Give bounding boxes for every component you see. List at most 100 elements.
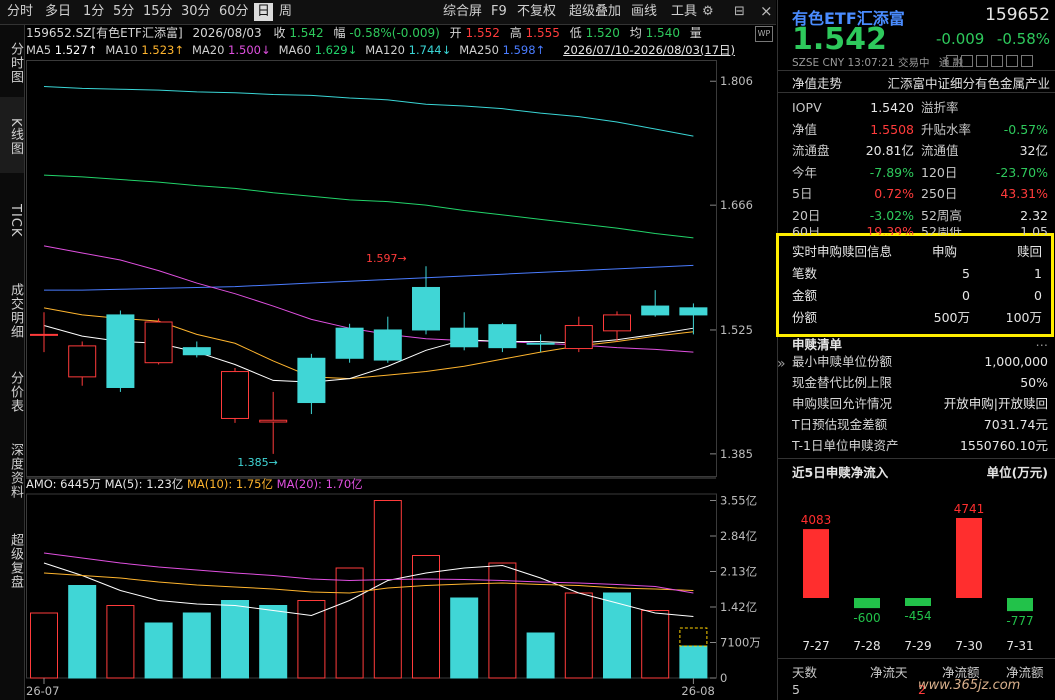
vol-bar-13 xyxy=(526,632,555,679)
price-pane-frame xyxy=(26,60,717,477)
candle-10[interactable] xyxy=(412,266,440,335)
last-price: 1.542 xyxy=(792,22,887,57)
period-tab-6[interactable]: 60分 xyxy=(216,3,252,21)
ma-value-5: 1.598↑ xyxy=(502,43,546,57)
stat-value2-5: 2.32 xyxy=(1020,207,1048,223)
toolbar-btn-5[interactable]: 工具 xyxy=(668,3,700,21)
stat-row-partial: 60日 19.39% 52周低 1.05 xyxy=(792,227,1048,235)
stat-label2-3: 120日 xyxy=(921,164,958,180)
flow-value-0: 4083 xyxy=(801,513,832,527)
flow-unit: 单位(万元) xyxy=(986,465,1048,480)
period-tab-5[interactable]: 30分 xyxy=(178,3,214,21)
mini-icon-strip[interactable] xyxy=(946,55,1046,67)
sub-label-0: 笔数 xyxy=(792,266,818,281)
period-tab-0[interactable]: 分时 xyxy=(4,3,36,21)
gear-icon[interactable]: ⚙ xyxy=(702,4,714,19)
candle-9[interactable] xyxy=(373,316,402,363)
candle-14[interactable] xyxy=(564,316,593,353)
period-tab-7[interactable]: 日 xyxy=(254,3,274,21)
watermark: www.365jz.com xyxy=(918,678,1021,693)
flow-bar-3 xyxy=(956,518,982,598)
vol-tick-label-1: 2.84亿 xyxy=(720,529,757,543)
net-days-label: 净流天 xyxy=(870,665,908,680)
candle-4[interactable] xyxy=(182,341,211,358)
tab-nav-trend[interactable]: 净值走势 xyxy=(792,73,842,92)
vol-tick-label-5: 0 xyxy=(720,671,727,685)
left-tab-0[interactable]: 分时图 xyxy=(0,29,24,93)
stat-row-5: 20日 -3.02% 52周高 2.32 xyxy=(792,206,1048,226)
currency-label: CNY xyxy=(822,57,845,69)
list-value-0: 1,000,000 xyxy=(984,354,1048,369)
candle-1[interactable] xyxy=(68,341,97,386)
candle-16[interactable] xyxy=(641,290,670,317)
market-label: SZSE xyxy=(792,57,820,69)
candle-8[interactable] xyxy=(335,323,364,363)
period-tab-8[interactable]: 周 xyxy=(276,3,295,21)
vol-bar-17 xyxy=(679,645,708,679)
days-value: 5 xyxy=(792,682,800,697)
toolbar-btn-3[interactable]: 超级叠加 xyxy=(566,3,624,21)
ma-value-3: 1.629↓ xyxy=(314,43,358,57)
left-tab-6[interactable]: 超级复盘 xyxy=(0,515,24,603)
candle-7[interactable] xyxy=(297,353,326,415)
stat-value-4: 0.72% xyxy=(874,186,914,201)
candle-12[interactable] xyxy=(488,322,517,353)
wp-icon[interactable]: WP xyxy=(755,26,773,42)
list-row-4: T-1日单位申赎资产 1550760.10元 xyxy=(792,436,1048,456)
ma-value-2: 1.500↓ xyxy=(228,43,271,57)
vol-ma-MA(5) xyxy=(43,562,694,617)
sub-value-a-0: 5 xyxy=(962,266,970,281)
sub-row-0: 笔数 5 1 xyxy=(792,264,1042,284)
close-icon[interactable]: × xyxy=(760,2,773,20)
period-tab-2[interactable]: 1分 xyxy=(80,3,107,21)
candle-0[interactable] xyxy=(30,312,58,353)
stat-row-0: IOPV 1.5420 溢折率 xyxy=(792,98,1048,118)
candle-11[interactable] xyxy=(450,312,479,351)
days-label: 天数 xyxy=(792,665,818,680)
period-tab-4[interactable]: 15分 xyxy=(140,3,176,21)
avg-label: 均 xyxy=(629,26,642,40)
candle-3[interactable] xyxy=(144,318,173,365)
candle-2[interactable] xyxy=(106,310,135,392)
left-tab-3[interactable]: 成交明细 xyxy=(0,265,24,353)
ma-name-2: MA20 xyxy=(191,43,229,57)
left-tabs: 分时图 K线图 TICK 成交明细 分价表 深度资料 超级复盘 xyxy=(0,25,25,700)
stat-row-4: 5日 0.72% 250日 43.31% xyxy=(792,184,1048,204)
x-tick-label-1: 26-08 xyxy=(681,684,714,698)
left-tab-1[interactable]: K线图 xyxy=(0,97,24,173)
toolbar-btn-2[interactable]: 不复权 xyxy=(514,3,559,21)
ma-value-0: 1.527↑ xyxy=(54,43,98,57)
kline-chart[interactable]: 1.806 1.666 1.525 1.385 1.597→ 1.385→ AMO: 644… xyxy=(26,60,776,700)
minimize-icon[interactable]: ⊟ xyxy=(734,4,745,19)
quote-date: 2026/08/03 xyxy=(192,26,262,40)
flow-cat-0: 7-27 xyxy=(802,639,829,653)
left-tab-4[interactable]: 分价表 xyxy=(0,355,24,425)
list-more[interactable]: … xyxy=(1036,334,1049,349)
ma-name-4: MA120 xyxy=(365,43,409,57)
period-tab-3[interactable]: 5分 xyxy=(110,3,137,21)
quote-info-line: 159652.SZ[有色ETF汇添富] 2026/08/03 收 1.542 幅… xyxy=(26,24,702,41)
ma-value-4: 1.744↓ xyxy=(408,43,452,57)
candle-6[interactable] xyxy=(259,391,288,454)
stat-row-2: 流通盘 20.81亿 流通值 32亿 xyxy=(792,141,1048,161)
stat-value-0: 1.5420 xyxy=(870,100,914,115)
vol-bar-16 xyxy=(641,610,670,679)
stat-value-2: 20.81亿 xyxy=(865,143,914,158)
left-tab-2[interactable]: TICK xyxy=(0,175,24,263)
toolbar-btn-0[interactable]: 综合屏 xyxy=(440,3,485,21)
candle-15[interactable] xyxy=(603,311,631,342)
toolbar-btn-1[interactable]: F9 xyxy=(488,3,510,21)
ma-line-MA250 xyxy=(44,264,694,291)
sub-value-b-1: 0 xyxy=(1034,288,1042,303)
list-label-3: T日预估现金差额 xyxy=(792,417,888,432)
period-tab-1[interactable]: 多日 xyxy=(42,3,74,21)
tracked-index[interactable]: 汇添富中证细分有色金属产业 xyxy=(887,73,1050,92)
list-title: 申赎清单 xyxy=(792,337,843,352)
collapse-icon[interactable]: » xyxy=(777,356,786,372)
left-tab-5[interactable]: 深度资料 xyxy=(0,425,24,513)
date-range: 2026/07/10-2026/08/03(17日) xyxy=(563,43,736,57)
toolbar-btn-4[interactable]: 画线 xyxy=(628,3,660,21)
candle-5[interactable] xyxy=(221,368,249,423)
candle-13[interactable] xyxy=(526,334,555,353)
ma-name-0: MA5 xyxy=(26,43,55,57)
